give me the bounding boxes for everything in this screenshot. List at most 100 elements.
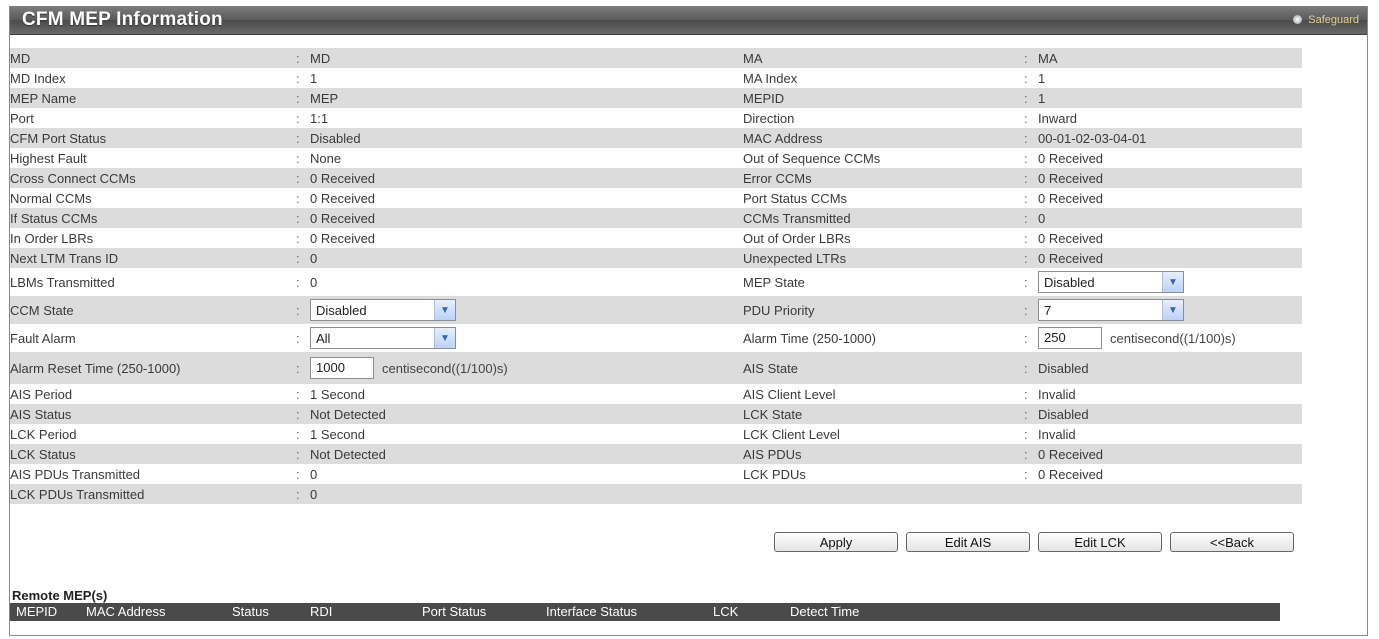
- field-label: CCMs Transmitted: [743, 210, 851, 226]
- field-value-left: MD: [310, 51, 743, 66]
- field-label: CFM Port Status: [10, 130, 107, 146]
- table-row: Next LTM Trans ID:0 Unexpected LTRs:0 Rec…: [10, 248, 1302, 268]
- field-value-right: Invalid: [1038, 427, 1302, 442]
- field-value-left: 1: [310, 71, 743, 86]
- separator-colon: :: [296, 406, 300, 422]
- separator-colon: :: [296, 466, 300, 482]
- field-value-right: 1: [1038, 91, 1302, 106]
- alarm-time-250-1000-input[interactable]: 250: [1038, 327, 1102, 349]
- field-label: MD: [10, 50, 31, 66]
- field-label: Cross Connect CCMs: [10, 170, 136, 186]
- separator-colon: :: [1024, 130, 1028, 146]
- mep-state-select[interactable]: Disabled ▼: [1038, 271, 1184, 293]
- highest-fault-value: None: [310, 150, 342, 166]
- col-mepid: MEPID: [16, 604, 58, 619]
- table-row: AIS PDUs Transmitted:0 LCK PDUs:0 Receive…: [10, 464, 1302, 484]
- field-label: AIS State: [743, 360, 798, 376]
- field-label: MA: [743, 50, 763, 66]
- field-value-left: 0 Received: [310, 231, 743, 246]
- field-value-right: 0 Received: [1038, 151, 1302, 166]
- separator-colon: :: [296, 360, 300, 376]
- separator-colon: :: [1024, 250, 1028, 266]
- chevron-down-icon[interactable]: ▼: [1162, 272, 1183, 292]
- separator-colon: :: [1024, 50, 1028, 66]
- separator-colon: :: [1024, 150, 1028, 166]
- separator-colon: :: [296, 274, 300, 290]
- chevron-down-icon[interactable]: ▼: [434, 328, 455, 348]
- field-value-right: Disabled ▼: [1038, 271, 1302, 293]
- field-value-left: Disabled ▼: [310, 299, 743, 321]
- field-label: Error CCMs: [743, 170, 812, 186]
- lck-pdus-transmitted-value: 0: [310, 486, 318, 502]
- field-label: MEPID: [743, 90, 785, 106]
- field-value-left: 0: [310, 487, 743, 502]
- separator-colon: :: [296, 110, 300, 126]
- field-value-left: All ▼: [310, 327, 743, 349]
- separator-colon: :: [296, 150, 300, 166]
- pdu-priority-select[interactable]: 7 ▼: [1038, 299, 1184, 321]
- separator-colon: :: [1024, 426, 1028, 442]
- field-value-right: 250 centisecond((1/100)s): [1038, 327, 1302, 349]
- table-row: LCK PDUs Transmitted:0: [10, 484, 1302, 504]
- lck-client-level-value: Invalid: [1038, 426, 1076, 442]
- lck-period-value: 1 Second: [310, 426, 365, 442]
- lck-pdus-value: 0 Received: [1038, 466, 1104, 482]
- edit-ais-button[interactable]: Edit AIS: [906, 532, 1030, 552]
- chevron-down-icon[interactable]: ▼: [434, 300, 455, 320]
- separator-colon: :: [1024, 330, 1028, 346]
- field-value-left: 0 Received: [310, 171, 743, 186]
- field-value-left: None: [310, 151, 743, 166]
- field-label: LCK Status: [10, 446, 76, 462]
- fault-alarm-select[interactable]: All ▼: [310, 327, 456, 349]
- table-row: MD: MD MA: MA: [10, 48, 1302, 68]
- col-detect-time: Detect Time: [790, 604, 860, 619]
- select-value: Disabled: [1044, 274, 1095, 290]
- separator-colon: :: [296, 170, 300, 186]
- field-label: MA Index: [743, 70, 798, 86]
- table-row: If Status CCMs:0 Received CCMs Transmitte…: [10, 208, 1302, 228]
- safeguard-indicator[interactable]: Safeguard: [1293, 14, 1359, 26]
- md-index-value: 1: [310, 70, 318, 86]
- chevron-down-icon[interactable]: ▼: [1162, 300, 1183, 320]
- separator-colon: :: [296, 70, 300, 86]
- field-value-left: 0 Received: [310, 191, 743, 206]
- field-label: AIS Period: [10, 386, 73, 402]
- select-value: All: [316, 330, 331, 346]
- table-row: LBMs Transmitted:0 MEP State: Disabled ▼: [10, 268, 1302, 296]
- table-row: Cross Connect CCMs:0 Received Error CCMs:…: [10, 168, 1302, 188]
- field-label: LCK Client Level: [743, 426, 840, 442]
- separator-colon: :: [1024, 466, 1028, 482]
- table-row: Port:1:1 Direction: Inward: [10, 108, 1302, 128]
- safeguard-label: Safeguard: [1308, 14, 1359, 26]
- field-label: Next LTM Trans ID: [10, 250, 119, 266]
- field-value-left: 1 Second: [310, 427, 743, 442]
- field-label: Out of Sequence CCMs: [743, 150, 881, 166]
- field-label: Port: [10, 110, 34, 126]
- field-label: LBMs Transmitted: [10, 274, 115, 290]
- field-label: Port Status CCMs: [743, 190, 848, 206]
- separator-colon: :: [296, 330, 300, 346]
- field-value-left: 0: [310, 251, 743, 266]
- select-value: Disabled: [316, 302, 367, 318]
- col-status: Status: [232, 604, 269, 619]
- ma-value: MA: [1038, 50, 1058, 66]
- field-value-left: 0: [310, 467, 743, 482]
- table-row: Fault Alarm: All ▼ Alarm Time (250-1000):25…: [10, 324, 1302, 352]
- error-ccms-value: 0 Received: [1038, 170, 1104, 186]
- if-status-ccms-value: 0 Received: [310, 210, 376, 226]
- back-button[interactable]: <<Back: [1170, 532, 1294, 552]
- ais-pdus-value: 0 Received: [1038, 446, 1104, 462]
- separator-colon: :: [296, 302, 300, 318]
- field-label: MEP State: [743, 274, 805, 290]
- cfm-port-status-value: Disabled: [310, 130, 361, 146]
- ccm-state-select[interactable]: Disabled ▼: [310, 299, 456, 321]
- in-order-lbrs-value: 0 Received: [310, 230, 376, 246]
- separator-colon: :: [296, 386, 300, 402]
- col-lck: LCK: [713, 604, 739, 619]
- table-row: MEP Name: MEP MEPID:1: [10, 88, 1302, 108]
- table-row: CCM State: Disabled ▼ PDU Priority:7 ▼: [10, 296, 1302, 324]
- apply-button[interactable]: Apply: [774, 532, 898, 552]
- edit-lck-button[interactable]: Edit LCK: [1038, 532, 1162, 552]
- alarm-reset-time-250-1000-input[interactable]: 1000: [310, 357, 374, 379]
- separator-colon: :: [1024, 302, 1028, 318]
